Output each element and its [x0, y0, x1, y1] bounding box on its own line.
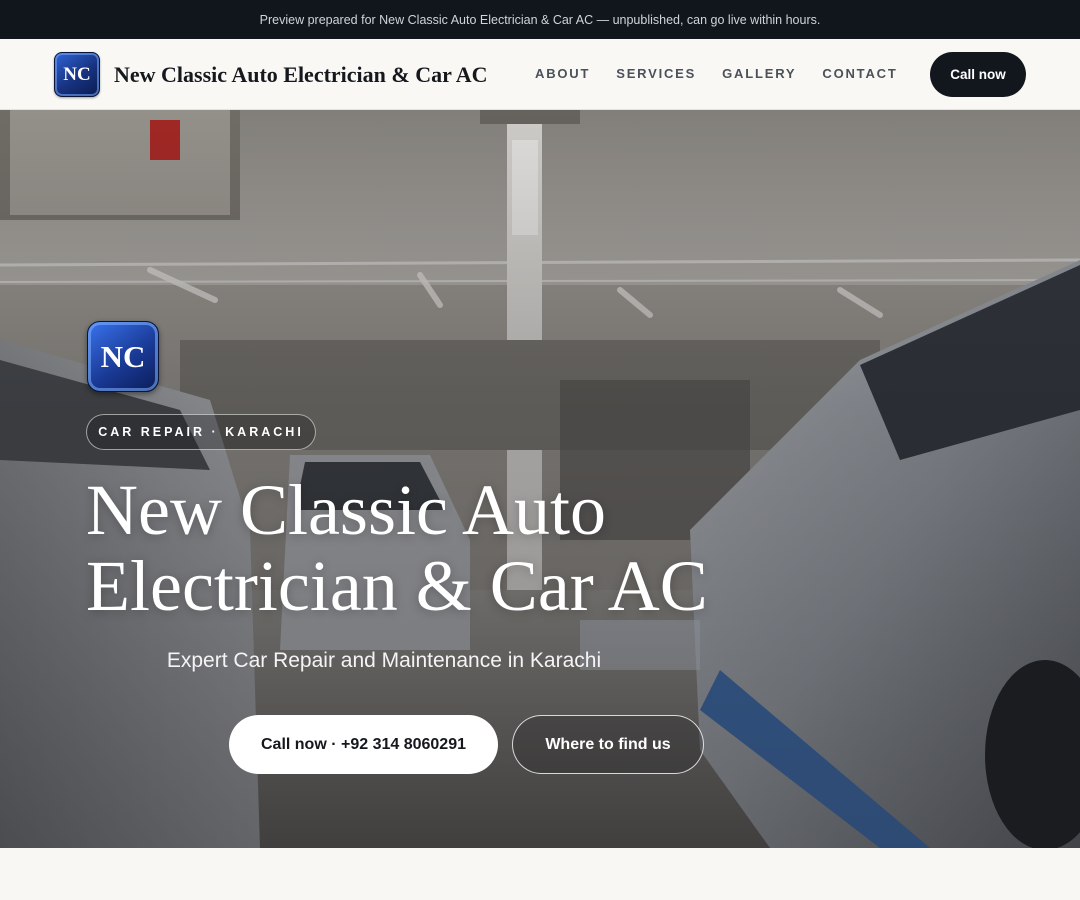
hero-subtitle: Expert Car Repair and Maintenance in Kar…: [166, 649, 602, 672]
nav-link-about[interactable]: ABOUT: [535, 65, 590, 83]
hero-section: NC CAR REPAIR · KARACHI New Classic Auto…: [0, 110, 1080, 848]
nav-link-gallery[interactable]: GALLERY: [722, 65, 796, 83]
hero-title-line-1: New Classic Auto: [86, 470, 606, 550]
nav-link-services[interactable]: SERVICES: [616, 65, 696, 83]
hero-logo-icon: NC: [87, 321, 159, 392]
hero-logo-text: NC: [100, 338, 146, 374]
nav-link-contact[interactable]: CONTACT: [822, 65, 897, 83]
hero-call-button[interactable]: Call now · +92 314 8060291: [229, 715, 498, 774]
brand-name[interactable]: New Classic Auto Electrician & Car AC: [114, 61, 488, 89]
hero-category-badge: CAR REPAIR · KARACHI: [86, 414, 316, 450]
hero-title-line-2: Electrician & Car AC: [86, 546, 708, 626]
brand-logo-icon[interactable]: NC: [54, 52, 100, 97]
preview-notice-text: Preview prepared for New Classic Auto El…: [259, 12, 821, 27]
main-nav: ABOUT SERVICES GALLERY CONTACT: [535, 65, 924, 83]
brand-logo-text: NC: [63, 63, 91, 85]
header-call-button[interactable]: Call now: [930, 52, 1026, 97]
hero-title: New Classic Auto Electrician & Car AC: [86, 472, 786, 624]
site-header: NC New Classic Auto Electrician & Car AC…: [0, 39, 1080, 110]
preview-notice-bar: Preview prepared for New Classic Auto El…: [0, 0, 1080, 39]
hero-directions-button[interactable]: Where to find us: [512, 715, 704, 774]
